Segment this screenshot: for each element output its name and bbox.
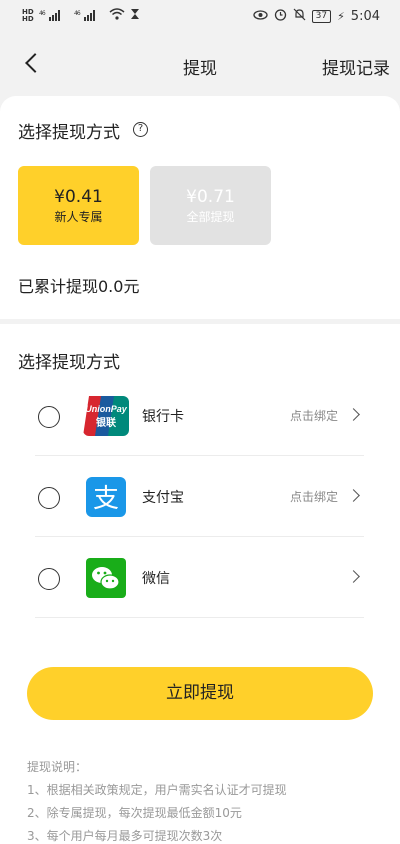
mute-icon [293,8,306,25]
svg-text:46: 46 [39,10,46,17]
status-bar: HD HD 46 46 37 ⚡ 5:04 [0,0,400,34]
svg-text:银联: 银联 [96,416,116,429]
amount-option-all[interactable]: ¥0.71 全部提现 [150,166,271,245]
total-withdrawn-text: 已累计提现0.0元 [18,277,140,296]
amount-section-title: 选择提现方式 [18,123,120,143]
withdraw-amount-card: 选择提现方式 ? ¥0.41 新人专属 ¥0.71 全部提现 已累计提现0.0元 [0,96,400,319]
svg-text:UnionPay: UnionPay [85,404,128,414]
payment-row-alipay[interactable]: 支 支付宝 点击绑定 [35,457,364,537]
hd-bottom-text: HD [22,15,34,23]
radio-button[interactable] [38,406,60,428]
help-icon[interactable]: ? [133,122,148,137]
alipay-icon: 支 [83,477,129,517]
notes-heading: 提现说明： [27,760,88,774]
alarm-icon [274,8,287,25]
status-right: 37 ⚡ 5:04 [252,8,380,25]
eye-icon [252,9,268,24]
notes-item: 3、每个用户每月最多可提现次数3次 [27,829,223,843]
hd-indicator: HD HD [22,9,34,23]
battery-icon: 37 [311,10,332,23]
amount-value: ¥0.71 [186,186,235,207]
signal-icon-2: 46 [74,9,104,24]
withdraw-notes: 提现说明： 1、根据相关政策规定，用户需实名认证才可提现 2、除专属提现，每次提… [27,756,287,844]
payment-name: 微信 [142,571,170,587]
amount-option-newuser[interactable]: ¥0.41 新人专属 [18,166,139,245]
wifi-icon [109,8,125,24]
withdraw-now-button[interactable]: 立即提现 [27,667,373,720]
notes-item: 2、除专属提现，每次提现最低金额10元 [27,806,242,820]
payment-row-wechat[interactable]: 微信 [35,538,364,618]
charging-icon: ⚡ [337,10,345,23]
payment-name: 银行卡 [142,409,184,425]
radio-button[interactable] [38,568,60,590]
wechat-icon [83,558,129,598]
payment-method-card: 选择提现方式 UnionPay 银联 银行卡 点击绑定 支 支付宝 点击绑定 微… [0,324,400,844]
nav-bar: 提现 提现记录 [0,34,400,96]
amount-label: 新人专属 [54,209,103,224]
signal-icon: 46 [39,9,69,24]
svg-text:46: 46 [74,10,81,17]
amount-value: ¥0.41 [54,186,103,207]
amount-label: 全部提现 [186,209,235,224]
chevron-right-icon [347,408,360,421]
bind-link[interactable]: 点击绑定 [290,488,338,505]
unionpay-icon: UnionPay 银联 [83,396,129,436]
withdraw-history-link[interactable]: 提现记录 [322,54,390,79]
payment-row-bankcard[interactable]: UnionPay 银联 银行卡 点击绑定 [35,376,364,456]
payment-name: 支付宝 [142,490,184,506]
chevron-right-icon [347,489,360,502]
radio-button[interactable] [38,487,60,509]
status-left: HD HD 46 46 [22,8,140,24]
hourglass-icon [130,8,140,24]
payment-section-title: 选择提现方式 [18,353,120,373]
status-time: 5:04 [350,9,380,24]
bind-link[interactable]: 点击绑定 [290,407,338,424]
svg-text:支: 支 [93,484,119,514]
notes-item: 1、根据相关政策规定，用户需实名认证才可提现 [27,783,287,797]
chevron-right-icon [347,570,360,583]
